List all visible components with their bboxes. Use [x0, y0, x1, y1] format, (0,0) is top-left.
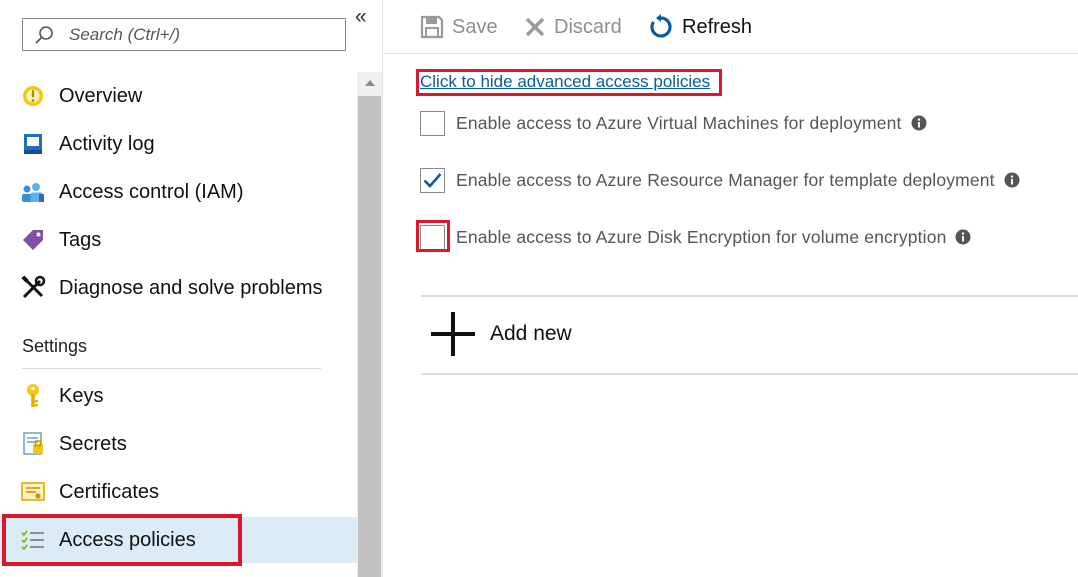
tag-icon	[20, 227, 46, 253]
save-label: Save	[452, 15, 498, 38]
discard-x-icon	[525, 17, 545, 37]
save-icon	[420, 15, 444, 39]
refresh-button[interactable]: Refresh	[648, 10, 752, 44]
option-label: Enable access to Azure Resource Manager …	[456, 169, 995, 190]
scroll-up-arrow-icon[interactable]	[357, 72, 382, 92]
search-box[interactable]	[22, 18, 346, 51]
settings-heading: Settings	[22, 336, 88, 356]
sidebar-item-overview[interactable]: Overview	[0, 73, 357, 119]
info-icon[interactable]	[911, 115, 927, 131]
toolbar: Save Discard Refresh	[384, 0, 1078, 54]
sidebar-item-label: Keys	[59, 384, 104, 407]
option-disk-encryption: Enable access to Azure Disk Encryption f…	[420, 223, 971, 251]
iam-users-icon	[20, 179, 46, 205]
add-new-label: Add new	[490, 322, 572, 345]
sidebar-item-label: Overview	[59, 84, 143, 107]
option-label: Enable access to Azure Disk Encryption f…	[456, 226, 947, 247]
option-vm-deployment: Enable access to Azure Virtual Machines …	[420, 109, 927, 137]
activity-log-icon	[20, 131, 46, 157]
save-button[interactable]: Save	[420, 10, 498, 44]
option-arm-template-deployment: Enable access to Azure Resource Manager …	[420, 166, 1020, 194]
hide-advanced-policies-link[interactable]: Click to hide advanced access policies	[420, 72, 710, 92]
access-policies-icon	[20, 527, 46, 553]
refresh-label: Refresh	[682, 15, 753, 38]
scroll-thumb[interactable]	[358, 96, 381, 577]
sidebar-item-label: Secrets	[59, 432, 127, 455]
sidebar-item-label: Diagnose and solve problems	[59, 276, 323, 299]
divider	[421, 373, 1078, 375]
divider	[421, 295, 1078, 297]
option-label: Enable access to Azure Virtual Machines …	[456, 112, 902, 133]
key-icon	[20, 383, 46, 409]
sidebar-item-label: Access policies	[59, 528, 196, 551]
disk-encryption-checkbox[interactable]	[420, 224, 445, 250]
secrets-icon	[20, 431, 46, 457]
sidebar-item-activity-log[interactable]: Activity log	[0, 121, 357, 167]
vm-deployment-checkbox[interactable]	[420, 110, 445, 136]
discard-label: Discard	[554, 15, 622, 38]
search-input[interactable]	[67, 23, 327, 46]
main-panel: Save Discard Refresh Click to hide advan…	[384, 0, 1078, 577]
info-icon[interactable]	[1004, 172, 1020, 188]
add-new-button[interactable]: Add new	[430, 310, 572, 358]
sidebar-item-diagnose[interactable]: Diagnose and solve problems	[0, 265, 357, 311]
sidebar: « Overview Activity log	[0, 0, 383, 577]
checkmark-icon	[423, 173, 442, 188]
sidebar-item-label: Certificates	[59, 480, 160, 503]
sidebar-item-tags[interactable]: Tags	[0, 217, 357, 263]
discard-button[interactable]: Discard	[524, 10, 622, 44]
sidebar-item-label: Activity log	[59, 132, 155, 155]
sidebar-item-access-control[interactable]: Access control (IAM)	[0, 169, 357, 215]
sidebar-item-access-policies[interactable]: Access policies	[0, 517, 357, 563]
sidebar-item-label: Access control (IAM)	[59, 180, 244, 203]
sidebar-scrollbar[interactable]	[357, 72, 382, 577]
certificate-icon	[20, 479, 46, 505]
info-icon[interactable]	[955, 229, 971, 245]
overview-icon	[20, 83, 46, 109]
refresh-icon	[650, 14, 672, 38]
sidebar-item-certificates[interactable]: Certificates	[0, 469, 357, 515]
sidebar-item-keys[interactable]: Keys	[0, 373, 357, 419]
plus-icon	[431, 312, 475, 356]
section-divider	[22, 368, 321, 369]
arm-template-checkbox[interactable]	[420, 167, 445, 193]
tools-icon	[20, 275, 46, 301]
search-icon	[35, 25, 53, 44]
collapse-sidebar-button[interactable]: «	[355, 6, 375, 28]
sidebar-item-secrets[interactable]: Secrets	[0, 421, 357, 467]
sidebar-item-label: Tags	[59, 228, 102, 251]
